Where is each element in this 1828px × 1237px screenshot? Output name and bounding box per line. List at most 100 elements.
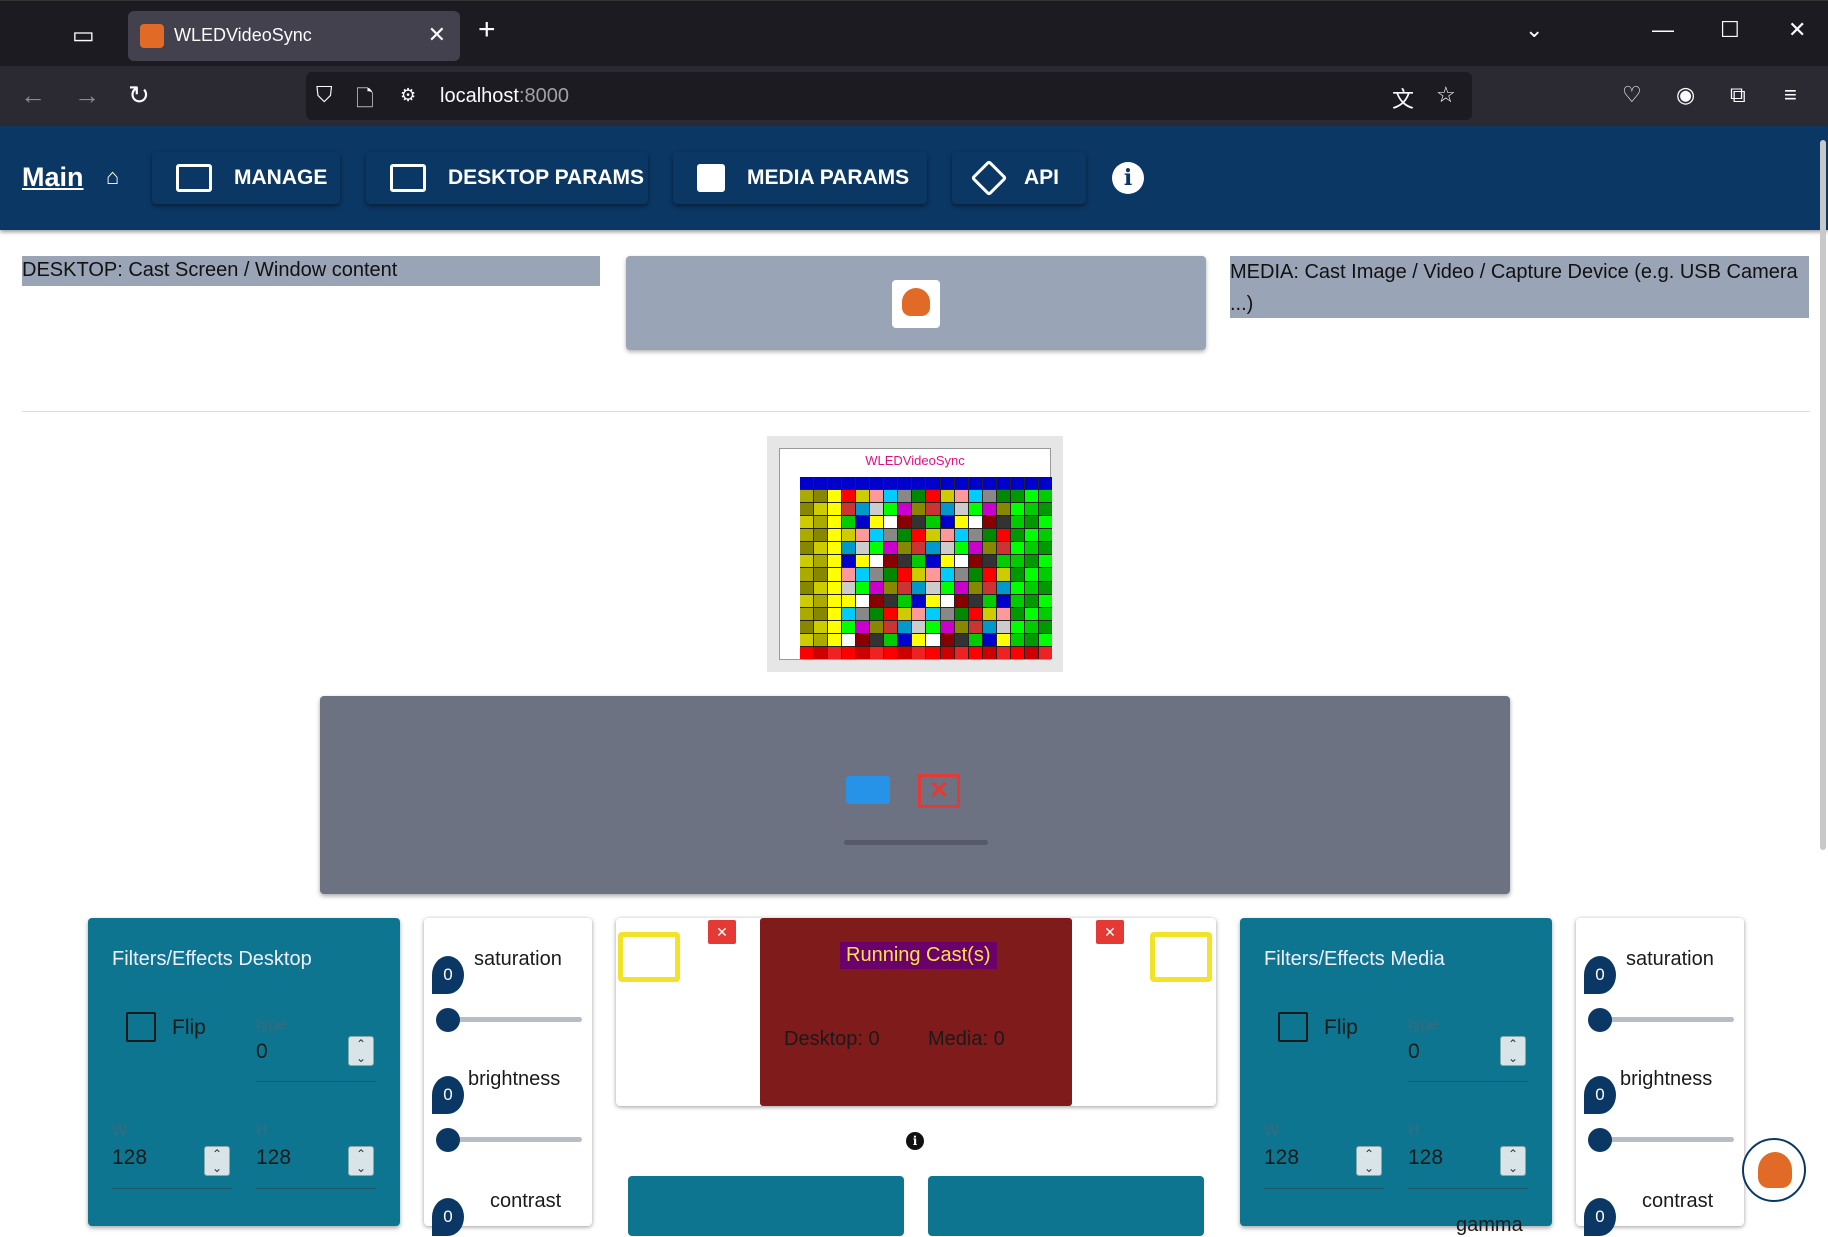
brightness-media-thumb[interactable] — [1588, 1128, 1612, 1152]
small-info-icon[interactable]: i — [906, 1132, 924, 1150]
tab-close-icon[interactable]: ✕ — [428, 22, 446, 48]
browser-tab[interactable]: WLEDVideoSync ✕ — [128, 11, 460, 61]
manage-label: MANAGE — [234, 166, 328, 189]
tab-list-icon[interactable]: ⌄ — [1525, 17, 1543, 43]
pixel-cell — [912, 477, 926, 490]
shield-icon[interactable]: ⛉ — [316, 82, 333, 108]
pixel-cell — [940, 594, 954, 607]
saturation-desktop-thumb[interactable] — [436, 1008, 460, 1032]
account-icon[interactable]: ◉ — [1676, 80, 1695, 110]
manage-button[interactable]: MANAGE — [152, 152, 340, 204]
w-desktop-stepper[interactable]: ⌃ ⌄ — [204, 1146, 230, 1176]
url-text[interactable]: localhost:8000 — [440, 85, 569, 108]
url-bar[interactable]: ⛉ 🗋 ⚙ localhost:8000 文 ☆ — [306, 72, 1472, 120]
pixel-cell — [1038, 555, 1052, 568]
back-icon[interactable]: ← — [20, 80, 46, 110]
api-button[interactable]: API — [952, 152, 1086, 204]
cast-media-off-icon[interactable]: ✕ — [1096, 920, 1124, 944]
extensions-icon[interactable]: ⧉ — [1730, 80, 1746, 110]
pixel-cell — [842, 555, 856, 568]
pixel-cell — [968, 646, 982, 659]
type-media-value[interactable]: 0 — [1408, 1040, 1420, 1064]
contrast-desktop-badge: 0 — [432, 1198, 464, 1236]
pocket-icon[interactable]: ♡ — [1622, 80, 1642, 110]
cast-media-icon[interactable] — [1150, 932, 1212, 982]
cast-desktop-icon[interactable] — [618, 932, 680, 982]
maximize-icon[interactable]: ☐ — [1720, 17, 1740, 43]
media-cast-mini-card[interactable] — [928, 1176, 1204, 1236]
h-desktop-label: H — [256, 1122, 268, 1139]
running-media-count: Media: 0 — [928, 1028, 1005, 1050]
type-desktop-stepper[interactable]: ⌃ ⌄ — [348, 1036, 374, 1066]
forward-icon[interactable]: → — [74, 80, 100, 110]
flip-media-checkbox[interactable] — [1278, 1012, 1308, 1042]
pixel-cell — [912, 516, 926, 529]
flip-desktop-checkbox[interactable] — [126, 1012, 156, 1042]
pixel-cell — [828, 646, 842, 659]
saturation-desktop-label: saturation — [474, 948, 562, 970]
image-icon — [697, 164, 725, 192]
pixel-cell — [1038, 516, 1052, 529]
pixel-cell — [856, 529, 870, 542]
media-params-button[interactable]: MEDIA PARAMS — [673, 152, 927, 204]
pixel-cell — [1010, 633, 1024, 646]
main-link[interactable]: Main — [22, 162, 84, 193]
h-desktop-value[interactable]: 128 — [256, 1146, 291, 1170]
new-tab-icon[interactable]: + — [478, 15, 496, 45]
pixel-cell — [870, 503, 884, 516]
menu-icon[interactable]: ≡ — [1784, 80, 1797, 110]
video-camera-icon[interactable] — [846, 776, 890, 804]
desktop-params-button[interactable]: DESKTOP PARAMS — [366, 152, 648, 204]
w-desktop-value[interactable]: 128 — [112, 1146, 147, 1170]
pixel-cell — [996, 503, 1010, 516]
bookmark-star-icon[interactable]: ☆ — [1436, 82, 1456, 108]
w-media-stepper[interactable]: ⌃ ⌄ — [1356, 1146, 1382, 1176]
cast-control-panel: ✕ — [320, 696, 1510, 894]
home-icon[interactable]: ⌂ — [106, 164, 119, 190]
info-icon[interactable]: i — [1112, 162, 1144, 194]
w-media-underline — [1264, 1188, 1384, 1189]
pixel-cell — [870, 555, 884, 568]
pixel-cell — [912, 607, 926, 620]
pixel-cell — [954, 555, 968, 568]
tab-overview-icon[interactable]: ▭ — [72, 21, 102, 49]
floating-logo-button[interactable] — [1742, 1138, 1806, 1202]
pixel-cell — [898, 646, 912, 659]
brightness-desktop-thumb[interactable] — [436, 1128, 460, 1152]
desktop-cast-mini-card[interactable] — [628, 1176, 904, 1236]
page-icon[interactable]: 🗋 — [356, 82, 374, 120]
pixel-cell — [1024, 594, 1038, 607]
pixel-cell — [1024, 633, 1038, 646]
page-scrollbar[interactable] — [1820, 140, 1826, 850]
h-media-stepper[interactable]: ⌃ ⌄ — [1500, 1146, 1526, 1176]
pixel-cell — [842, 568, 856, 581]
brightness-media-label: brightness — [1620, 1068, 1713, 1090]
h-desktop-stepper[interactable]: ⌃ ⌄ — [348, 1146, 374, 1176]
saturation-media-thumb[interactable] — [1588, 1008, 1612, 1032]
running-casts-title[interactable]: Running Cast(s) — [840, 942, 997, 969]
pixel-cell — [1024, 607, 1038, 620]
pixel-cell — [982, 568, 996, 581]
reload-icon[interactable]: ↻ — [128, 80, 150, 110]
minimize-icon[interactable]: — — [1652, 17, 1674, 43]
type-desktop-value[interactable]: 0 — [256, 1040, 268, 1064]
pixel-cell — [1038, 477, 1052, 490]
pixel-cell — [1024, 516, 1038, 529]
pixel-cell — [954, 620, 968, 633]
stop-cast-icon[interactable]: ✕ — [918, 774, 960, 808]
pixel-cell — [814, 568, 828, 581]
type-media-stepper[interactable]: ⌃ ⌄ — [1500, 1036, 1526, 1066]
w-media-value[interactable]: 128 — [1264, 1146, 1299, 1170]
pixel-cell — [1010, 555, 1024, 568]
pixel-cell — [870, 581, 884, 594]
window-close-icon[interactable]: ✕ — [1788, 17, 1806, 43]
pixel-cell — [940, 555, 954, 568]
pixel-cell — [800, 490, 814, 503]
app-logo-icon[interactable] — [892, 280, 940, 328]
pixel-cell — [856, 568, 870, 581]
cast-desktop-off-icon[interactable]: ✕ — [708, 920, 736, 944]
permissions-icon[interactable]: ⚙ — [400, 85, 416, 106]
api-label: API — [1024, 166, 1060, 189]
h-media-value[interactable]: 128 — [1408, 1146, 1443, 1170]
translate-icon[interactable]: 文 — [1392, 82, 1414, 114]
